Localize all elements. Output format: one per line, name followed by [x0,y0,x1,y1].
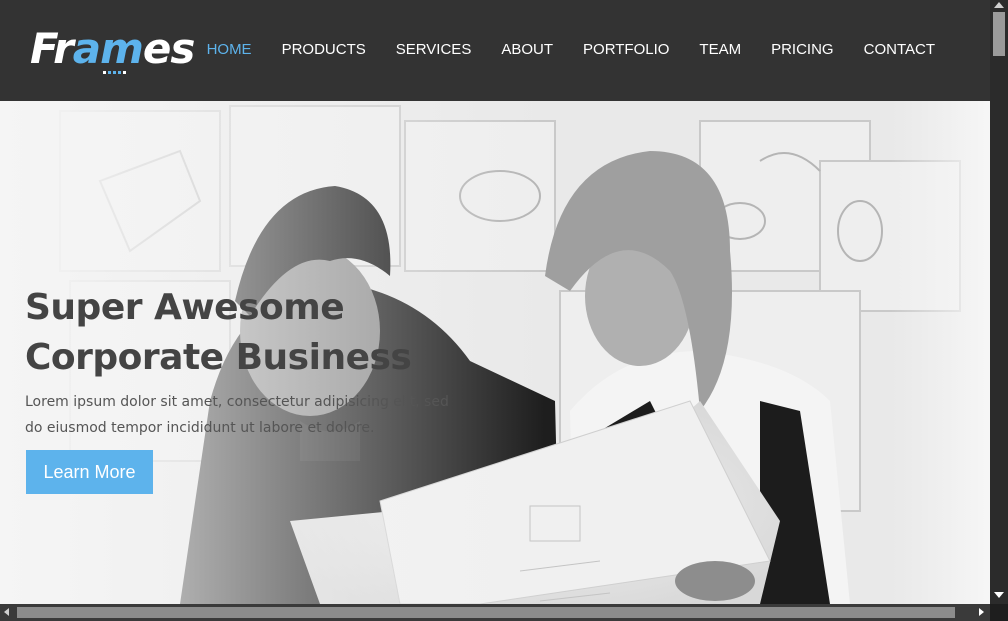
nav-item-products[interactable]: PRODUCTS [267,37,381,63]
hero-title-line1: Super Awesome [25,287,345,328]
scroll-left-icon[interactable] [4,608,9,616]
logo-dots-icon [103,71,126,74]
vertical-scroll-thumb[interactable] [993,12,1005,56]
site-logo[interactable]: Frames [30,24,195,78]
scroll-up-icon[interactable] [994,2,1004,8]
hero-title: Super Awesome Corporate Business [25,283,525,383]
nav-item-contact[interactable]: CONTACT [849,37,950,63]
nav-item-services[interactable]: SERVICES [381,37,487,63]
nav-item-pricing[interactable]: PRICING [756,37,849,63]
logo-text-end: es [142,24,195,73]
scrollbar-corner [990,604,1008,621]
scroll-down-icon[interactable] [994,592,1004,598]
site-header: Frames HOME PRODUCTS SERVICES ABOUT PORT… [0,0,990,101]
hero-title-line2: Corporate Business [25,337,412,378]
learn-more-button[interactable]: Learn More [26,450,153,494]
hero-description: Lorem ipsum dolor sit amet, consectetur … [25,394,449,436]
nav-item-team[interactable]: TEAM [684,37,756,63]
horizontal-scrollbar[interactable] [0,604,990,621]
horizontal-scroll-thumb[interactable] [17,607,955,618]
nav-item-home[interactable]: HOME [192,37,267,63]
hero-section: Super Awesome Corporate Business Lorem i… [0,101,990,604]
scroll-right-icon[interactable] [979,608,984,616]
logo-text-start: Fr [30,24,74,73]
logo-text-accent: am [72,24,144,73]
vertical-scrollbar[interactable] [990,0,1008,604]
nav-item-portfolio[interactable]: PORTFOLIO [568,37,684,63]
nav-item-about[interactable]: ABOUT [486,37,568,63]
main-nav: HOME PRODUCTS SERVICES ABOUT PORTFOLIO T… [192,37,950,63]
